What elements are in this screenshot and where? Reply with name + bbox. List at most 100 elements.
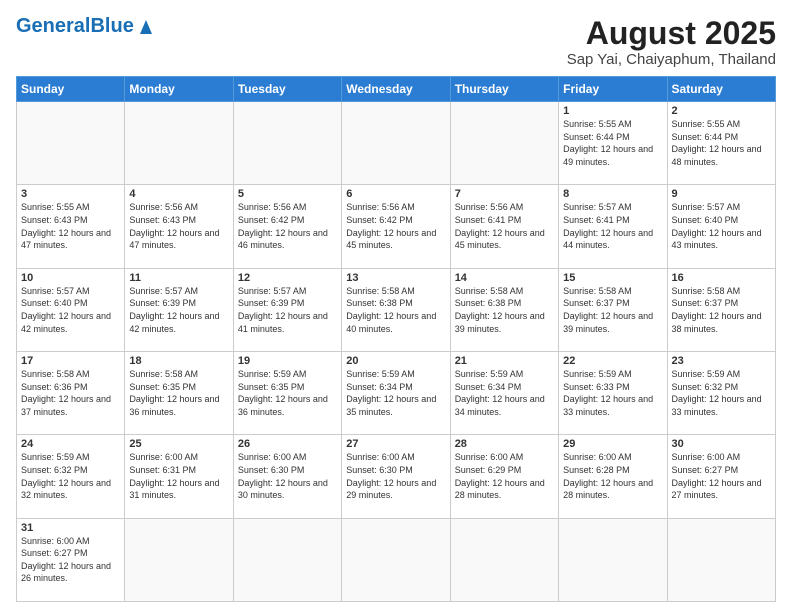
day-number: 28 xyxy=(455,438,554,450)
table-row: 6Sunrise: 5:56 AM Sunset: 6:42 PM Daylig… xyxy=(342,185,450,268)
table-row xyxy=(559,518,667,601)
table-row: 31Sunrise: 6:00 AM Sunset: 6:27 PM Dayli… xyxy=(17,518,125,601)
table-row: 20Sunrise: 5:59 AM Sunset: 6:34 PM Dayli… xyxy=(342,352,450,435)
table-row: 8Sunrise: 5:57 AM Sunset: 6:41 PM Daylig… xyxy=(559,185,667,268)
day-info: Sunrise: 5:56 AM Sunset: 6:41 PM Dayligh… xyxy=(455,201,554,251)
table-row xyxy=(450,102,558,185)
table-row xyxy=(125,518,233,601)
day-info: Sunrise: 5:58 AM Sunset: 6:38 PM Dayligh… xyxy=(346,285,445,335)
table-row: 3Sunrise: 5:55 AM Sunset: 6:43 PM Daylig… xyxy=(17,185,125,268)
day-info: Sunrise: 5:59 AM Sunset: 6:33 PM Dayligh… xyxy=(563,368,662,418)
day-number: 22 xyxy=(563,355,662,367)
day-info: Sunrise: 5:59 AM Sunset: 6:34 PM Dayligh… xyxy=(346,368,445,418)
day-number: 15 xyxy=(563,272,662,284)
th-wednesday: Wednesday xyxy=(342,77,450,102)
table-row: 21Sunrise: 5:59 AM Sunset: 6:34 PM Dayli… xyxy=(450,352,558,435)
day-info: Sunrise: 6:00 AM Sunset: 6:30 PM Dayligh… xyxy=(238,451,337,501)
day-number: 17 xyxy=(21,355,120,367)
table-row xyxy=(342,102,450,185)
table-row: 4Sunrise: 5:56 AM Sunset: 6:43 PM Daylig… xyxy=(125,185,233,268)
table-row: 9Sunrise: 5:57 AM Sunset: 6:40 PM Daylig… xyxy=(667,185,775,268)
day-info: Sunrise: 6:00 AM Sunset: 6:30 PM Dayligh… xyxy=(346,451,445,501)
day-number: 19 xyxy=(238,355,337,367)
day-info: Sunrise: 5:55 AM Sunset: 6:44 PM Dayligh… xyxy=(563,118,662,168)
day-info: Sunrise: 6:00 AM Sunset: 6:31 PM Dayligh… xyxy=(129,451,228,501)
day-info: Sunrise: 5:56 AM Sunset: 6:42 PM Dayligh… xyxy=(346,201,445,251)
th-monday: Monday xyxy=(125,77,233,102)
header: GeneralBlue August 2025 Sap Yai, Chaiyap… xyxy=(16,16,776,68)
day-info: Sunrise: 5:57 AM Sunset: 6:40 PM Dayligh… xyxy=(21,285,120,335)
calendar-week-row: 10Sunrise: 5:57 AM Sunset: 6:40 PM Dayli… xyxy=(17,268,776,351)
day-number: 14 xyxy=(455,272,554,284)
day-info: Sunrise: 5:57 AM Sunset: 6:39 PM Dayligh… xyxy=(238,285,337,335)
day-number: 30 xyxy=(672,438,771,450)
day-info: Sunrise: 5:59 AM Sunset: 6:32 PM Dayligh… xyxy=(21,451,120,501)
day-info: Sunrise: 5:55 AM Sunset: 6:43 PM Dayligh… xyxy=(21,201,120,251)
day-info: Sunrise: 5:58 AM Sunset: 6:36 PM Dayligh… xyxy=(21,368,120,418)
table-row: 15Sunrise: 5:58 AM Sunset: 6:37 PM Dayli… xyxy=(559,268,667,351)
table-row: 1Sunrise: 5:55 AM Sunset: 6:44 PM Daylig… xyxy=(559,102,667,185)
table-row: 5Sunrise: 5:56 AM Sunset: 6:42 PM Daylig… xyxy=(233,185,341,268)
day-number: 26 xyxy=(238,438,337,450)
day-number: 5 xyxy=(238,188,337,200)
day-number: 1 xyxy=(563,105,662,117)
day-info: Sunrise: 5:58 AM Sunset: 6:37 PM Dayligh… xyxy=(672,285,771,335)
table-row: 28Sunrise: 6:00 AM Sunset: 6:29 PM Dayli… xyxy=(450,435,558,518)
day-number: 31 xyxy=(21,522,120,534)
table-row: 10Sunrise: 5:57 AM Sunset: 6:40 PM Dayli… xyxy=(17,268,125,351)
calendar-week-row: 31Sunrise: 6:00 AM Sunset: 6:27 PM Dayli… xyxy=(17,518,776,601)
day-number: 20 xyxy=(346,355,445,367)
table-row: 16Sunrise: 5:58 AM Sunset: 6:37 PM Dayli… xyxy=(667,268,775,351)
day-info: Sunrise: 5:55 AM Sunset: 6:44 PM Dayligh… xyxy=(672,118,771,168)
day-info: Sunrise: 5:58 AM Sunset: 6:38 PM Dayligh… xyxy=(455,285,554,335)
table-row: 19Sunrise: 5:59 AM Sunset: 6:35 PM Dayli… xyxy=(233,352,341,435)
table-row: 2Sunrise: 5:55 AM Sunset: 6:44 PM Daylig… xyxy=(667,102,775,185)
logo: GeneralBlue xyxy=(16,16,156,36)
logo-text: GeneralBlue xyxy=(16,16,134,36)
th-tuesday: Tuesday xyxy=(233,77,341,102)
table-row xyxy=(450,518,558,601)
day-number: 24 xyxy=(21,438,120,450)
weekday-header-row: Sunday Monday Tuesday Wednesday Thursday… xyxy=(17,77,776,102)
calendar-week-row: 3Sunrise: 5:55 AM Sunset: 6:43 PM Daylig… xyxy=(17,185,776,268)
day-info: Sunrise: 6:00 AM Sunset: 6:27 PM Dayligh… xyxy=(21,535,120,585)
day-info: Sunrise: 5:59 AM Sunset: 6:34 PM Dayligh… xyxy=(455,368,554,418)
day-number: 6 xyxy=(346,188,445,200)
table-row xyxy=(233,518,341,601)
day-number: 25 xyxy=(129,438,228,450)
table-row: 13Sunrise: 5:58 AM Sunset: 6:38 PM Dayli… xyxy=(342,268,450,351)
day-number: 18 xyxy=(129,355,228,367)
table-row: 12Sunrise: 5:57 AM Sunset: 6:39 PM Dayli… xyxy=(233,268,341,351)
table-row: 24Sunrise: 5:59 AM Sunset: 6:32 PM Dayli… xyxy=(17,435,125,518)
calendar-week-row: 1Sunrise: 5:55 AM Sunset: 6:44 PM Daylig… xyxy=(17,102,776,185)
day-number: 3 xyxy=(21,188,120,200)
calendar-week-row: 17Sunrise: 5:58 AM Sunset: 6:36 PM Dayli… xyxy=(17,352,776,435)
day-info: Sunrise: 6:00 AM Sunset: 6:29 PM Dayligh… xyxy=(455,451,554,501)
th-friday: Friday xyxy=(559,77,667,102)
day-info: Sunrise: 5:57 AM Sunset: 6:40 PM Dayligh… xyxy=(672,201,771,251)
day-number: 9 xyxy=(672,188,771,200)
day-info: Sunrise: 6:00 AM Sunset: 6:27 PM Dayligh… xyxy=(672,451,771,501)
day-number: 2 xyxy=(672,105,771,117)
day-info: Sunrise: 5:57 AM Sunset: 6:41 PM Dayligh… xyxy=(563,201,662,251)
day-info: Sunrise: 5:58 AM Sunset: 6:35 PM Dayligh… xyxy=(129,368,228,418)
logo-icon xyxy=(136,16,156,36)
day-number: 27 xyxy=(346,438,445,450)
calendar-title: August 2025 xyxy=(567,16,776,51)
table-row xyxy=(17,102,125,185)
table-row: 11Sunrise: 5:57 AM Sunset: 6:39 PM Dayli… xyxy=(125,268,233,351)
day-number: 8 xyxy=(563,188,662,200)
calendar-week-row: 24Sunrise: 5:59 AM Sunset: 6:32 PM Dayli… xyxy=(17,435,776,518)
th-sunday: Sunday xyxy=(17,77,125,102)
day-number: 7 xyxy=(455,188,554,200)
day-info: Sunrise: 6:00 AM Sunset: 6:28 PM Dayligh… xyxy=(563,451,662,501)
day-info: Sunrise: 5:56 AM Sunset: 6:42 PM Dayligh… xyxy=(238,201,337,251)
day-number: 16 xyxy=(672,272,771,284)
day-number: 12 xyxy=(238,272,337,284)
table-row: 22Sunrise: 5:59 AM Sunset: 6:33 PM Dayli… xyxy=(559,352,667,435)
day-info: Sunrise: 5:58 AM Sunset: 6:37 PM Dayligh… xyxy=(563,285,662,335)
day-info: Sunrise: 5:57 AM Sunset: 6:39 PM Dayligh… xyxy=(129,285,228,335)
table-row: 7Sunrise: 5:56 AM Sunset: 6:41 PM Daylig… xyxy=(450,185,558,268)
table-row: 26Sunrise: 6:00 AM Sunset: 6:30 PM Dayli… xyxy=(233,435,341,518)
table-row xyxy=(667,518,775,601)
